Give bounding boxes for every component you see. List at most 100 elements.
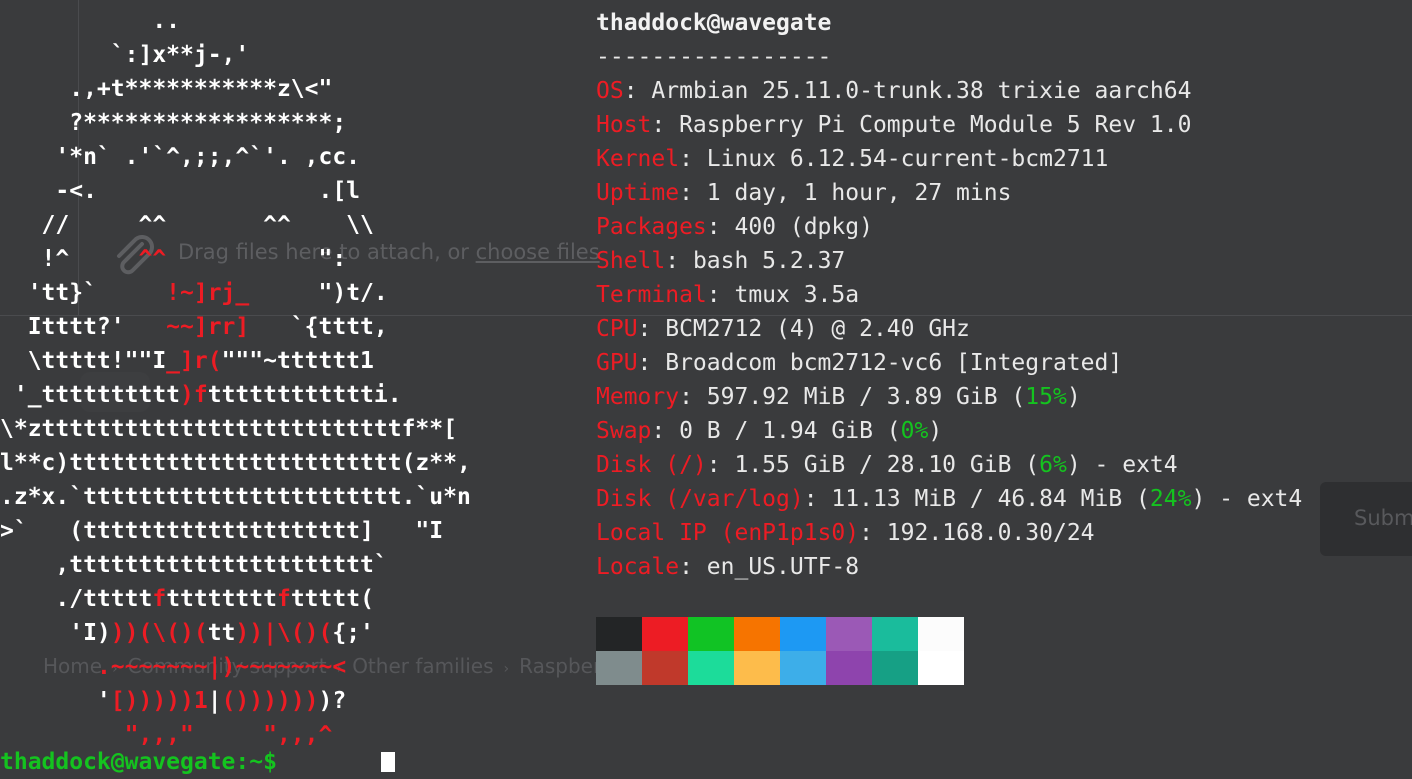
logo-line: '_tttttttttt)ftttttttttttti. xyxy=(0,378,402,412)
info-row: Host: Raspberry Pi Compute Module 5 Rev … xyxy=(596,108,1191,142)
info-key: Disk (/) xyxy=(596,452,707,478)
info-row: Memory: 597.92 MiB / 3.89 GiB (15%) xyxy=(596,380,1081,414)
logo-line: \*zttttttttttttttttttttttttttf**[ xyxy=(0,412,457,446)
info-key: Packages xyxy=(596,214,707,240)
logo-segment: // ^^ ^^ \\ xyxy=(0,212,374,238)
logo-line: `:]x**j-,' xyxy=(0,38,249,72)
logo-line: l**c)tttttttttttttttttttttttt(z**, xyxy=(0,446,471,480)
info-key: Disk (/var/log) xyxy=(596,486,804,512)
info-key: Terminal xyxy=(596,282,707,308)
usage-percent: 0% xyxy=(900,418,929,444)
color-swatch xyxy=(688,651,734,685)
logo-segment: 'I) xyxy=(0,620,111,646)
usage-percent: 24% xyxy=(1149,486,1192,512)
logo-segment: ?******************; xyxy=(0,110,347,136)
logo-line: '*n` .'`^,;;,^`'. ,cc. xyxy=(0,140,360,174)
color-swatch xyxy=(918,617,964,651)
logo-line: >` (tttttttttttttttttttt] "I xyxy=(0,514,443,548)
user-host-title: thaddock@wavegate xyxy=(596,10,832,36)
color-swatch xyxy=(780,651,826,685)
logo-segment: )? xyxy=(318,688,347,714)
info-key: Host xyxy=(596,112,652,138)
info-value: : BCM2712 (4) @ 2.40 GHz xyxy=(637,316,970,342)
info-value: : 0 B / 1.94 GiB ( xyxy=(651,418,901,444)
logo-segment: ' xyxy=(0,688,111,714)
submit-button[interactable]: Submit xyxy=(1320,482,1412,556)
info-row: Shell: bash 5.2.37 xyxy=(596,244,845,278)
logo-segment: ": xyxy=(166,246,347,272)
info-row: Kernel: Linux 6.12.54-current-bcm2711 xyxy=(596,142,1108,176)
logo-line: Itttt?' ~~]rr] `{tttt, xyxy=(0,310,388,344)
info-value: : 400 (dpkg) xyxy=(706,214,873,240)
info-key: Uptime xyxy=(596,180,680,206)
logo-segment: l**c)tttttttttttttttttttttttt(z**, xyxy=(0,450,471,476)
color-swatch xyxy=(872,617,918,651)
logo-line: '[)))))1|()))))))? xyxy=(0,684,346,718)
color-swatch xyxy=(872,651,918,685)
logo-segment: """~tttttt1 xyxy=(221,348,374,374)
info-row: Disk (/): 1.55 GiB / 28.10 GiB (6%) - ex… xyxy=(596,448,1178,482)
logo-segment: !^ xyxy=(0,246,139,272)
logo-segment: !~]rj_ xyxy=(166,280,250,306)
usage-percent: 15% xyxy=(1025,384,1067,410)
logo-segment: ()))))) xyxy=(221,688,319,714)
logo-segment: .z*x.`ttttttttttttttttttttttt.`u*n xyxy=(0,484,471,510)
info-value: : 1.55 GiB / 28.10 GiB ( xyxy=(706,452,1040,478)
logo-segment: ))(\()( xyxy=(110,620,208,646)
logo-line: \ttttt!""I_]r("""~tttttt1 xyxy=(0,344,374,378)
info-value: : 597.92 MiB / 3.89 GiB ( xyxy=(679,384,1026,410)
logo-segment: \ttttt!""I xyxy=(0,348,167,374)
logo-line: -<. .[l xyxy=(0,174,360,208)
info-value: : 11.13 MiB / 46.84 MiB ( xyxy=(803,486,1150,512)
info-key: GPU xyxy=(596,350,638,376)
logo-line: .. xyxy=(0,4,180,38)
logo-line: .~~~~~~~|)~~~~~~~< xyxy=(0,650,346,684)
info-value: ) xyxy=(928,418,943,444)
info-value: : en_US.UTF-8 xyxy=(679,554,860,580)
info-value: : Armbian 25.11.0-trunk.38 trixie aarch6… xyxy=(623,78,1192,104)
color-swatch xyxy=(734,651,780,685)
info-value: : 192.168.0.30/24 xyxy=(859,520,1095,546)
terminal-cursor xyxy=(381,752,395,772)
logo-segment: .. xyxy=(0,8,181,34)
color-swatch xyxy=(918,651,964,685)
logo-segment: ")t/. xyxy=(249,280,388,306)
info-key: Local IP (enP1p1s0) xyxy=(596,520,860,546)
logo-segment: .,+t***********z\<" xyxy=(0,76,333,102)
color-swatch xyxy=(596,617,642,651)
logo-line: 'I)))(\()(tt))|\()({;' xyxy=(0,616,374,650)
logo-segment xyxy=(0,654,97,680)
logo-segment: )f xyxy=(180,382,208,408)
logo-line: !^ ^^ ": xyxy=(0,242,347,276)
info-row: Uptime: 1 day, 1 hour, 27 mins xyxy=(596,176,1011,210)
shell-prompt: thaddock@wavegate:~$ xyxy=(0,749,291,775)
logo-line: .,+t***********z\<" xyxy=(0,72,332,106)
logo-segment: \*zttttttttttttttttttttttttttf**[ xyxy=(0,416,457,442)
logo-segment: tttttttt xyxy=(166,586,277,612)
logo-segment: | xyxy=(207,688,222,714)
info-key: OS xyxy=(596,78,624,104)
distro-ascii-logo: .. `:]x**j-,' .,+t***********z\<" ?*****… xyxy=(0,0,590,762)
logo-line: 'tt}` !~]rj_ ")t/. xyxy=(0,276,388,310)
color-swatch xyxy=(596,651,642,685)
logo-segment: '*n` .'`^,;;,^`'. ,cc. xyxy=(0,144,361,170)
logo-segment: .~~~~~~~|)~~~~~~~< xyxy=(96,654,347,680)
logo-segment: `{tttt, xyxy=(249,314,388,340)
info-key: Locale xyxy=(596,554,680,580)
logo-line: ,tttttttttttttttttttttt` xyxy=(0,548,387,582)
title-separator: ----------------- xyxy=(596,44,832,70)
logo-segment: f xyxy=(152,586,167,612)
color-swatch xyxy=(688,617,734,651)
info-value: : Broadcom bcm2712-vc6 [Integrated] xyxy=(637,350,1123,376)
info-value: : tmux 3.5a xyxy=(706,282,860,308)
color-swatch xyxy=(734,617,780,651)
info-value: : 1 day, 1 hour, 27 mins xyxy=(679,180,1012,206)
logo-segment: tttttttttttti. xyxy=(207,382,402,408)
color-swatch xyxy=(780,617,826,651)
logo-segment: ))|\()( xyxy=(235,620,333,646)
info-value: : bash 5.2.37 xyxy=(665,248,846,274)
logo-segment: [)))))1 xyxy=(110,688,208,714)
logo-segment: tt xyxy=(207,620,236,646)
color-swatch xyxy=(826,651,872,685)
logo-segment: f xyxy=(276,586,291,612)
